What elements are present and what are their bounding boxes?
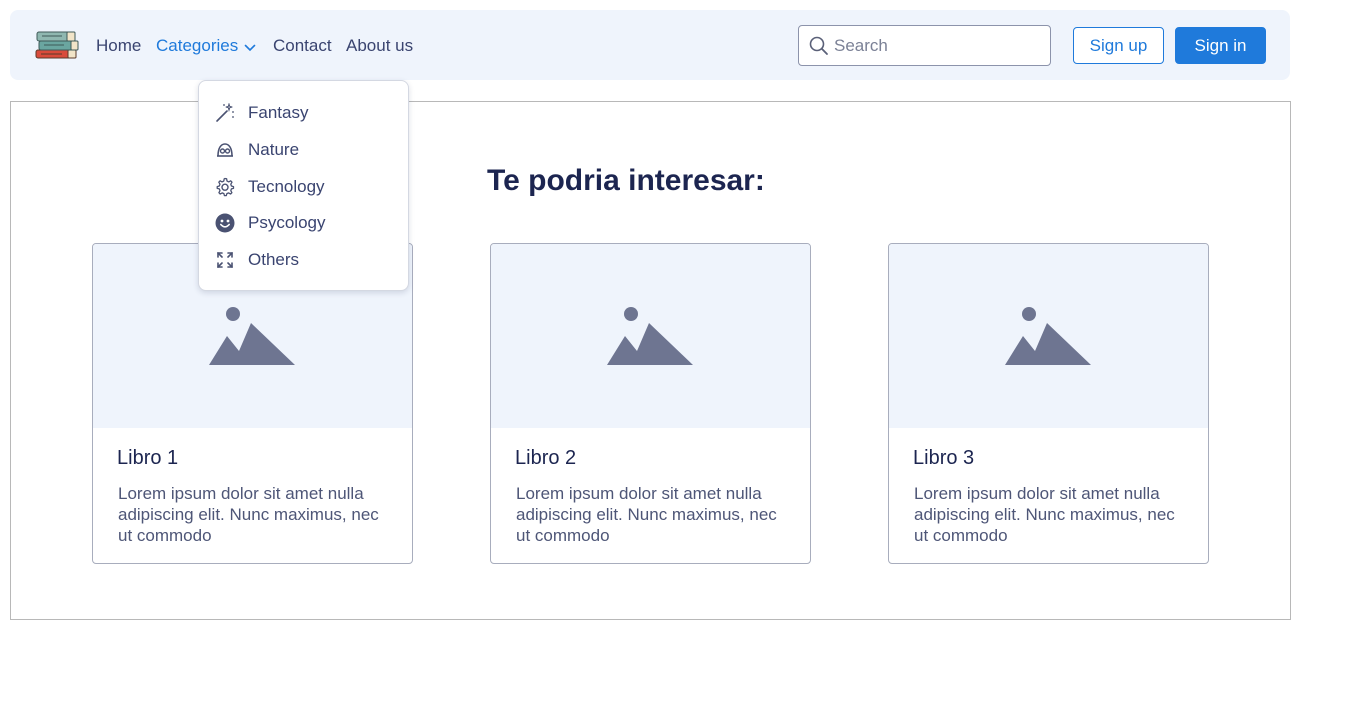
expand-icon (215, 250, 235, 270)
nav-home-link[interactable]: Home (96, 36, 141, 56)
menu-item-label: Nature (248, 140, 300, 159)
menu-item-others[interactable]: Others (215, 248, 299, 272)
chevron-down-icon (244, 37, 256, 57)
nature-icon (215, 140, 235, 160)
nav-categories-link[interactable]: Categories (156, 36, 256, 57)
menu-item-label: Tecnology (248, 177, 325, 196)
card-description: Lorem ipsum dolor sit amet nulla adipisc… (118, 484, 379, 545)
sign-in-button[interactable]: Sign in (1175, 27, 1266, 64)
image-placeholder-icon (607, 307, 693, 365)
menu-item-nature[interactable]: Nature (215, 138, 299, 162)
nav-contact-link[interactable]: Contact (273, 36, 332, 56)
page-title: Te podria interesar: (487, 164, 765, 197)
menu-item-label: Psycology (248, 213, 326, 232)
card-image (889, 244, 1208, 428)
image-placeholder-icon (1005, 307, 1091, 365)
card-image (491, 244, 810, 428)
search-box (798, 25, 1051, 66)
book-card[interactable]: Libro 1 Lorem ipsum dolor sit amet nulla… (92, 243, 413, 564)
magic-wand-icon (215, 103, 235, 123)
sign-up-button[interactable]: Sign up (1073, 27, 1164, 64)
image-placeholder-icon (209, 307, 295, 365)
card-title: Libro 3 (913, 447, 975, 469)
card-title: Libro 1 (117, 447, 179, 469)
menu-item-label: Fantasy (248, 103, 309, 122)
menu-item-psycology[interactable]: Psycology (215, 211, 325, 235)
book-card[interactable]: Libro 3 Lorem ipsum dolor sit amet nulla… (888, 243, 1209, 564)
book-card[interactable]: Libro 2 Lorem ipsum dolor sit amet nulla… (490, 243, 811, 564)
smiley-icon (215, 213, 235, 233)
nav-about-link[interactable]: About us (346, 36, 413, 56)
categories-dropdown-menu: Fantasy Nature Tecnology Psycology Other… (198, 80, 409, 291)
menu-item-tecnology[interactable]: Tecnology (215, 175, 325, 199)
card-title: Libro 2 (515, 447, 577, 469)
books-logo-icon[interactable] (34, 28, 80, 62)
gear-icon (215, 177, 235, 197)
top-navbar: Home Categories Contact About us Sign up… (10, 10, 1290, 80)
card-description: Lorem ipsum dolor sit amet nulla adipisc… (516, 484, 777, 545)
menu-item-fantasy[interactable]: Fantasy (215, 101, 308, 125)
nav-categories-label: Categories (156, 36, 239, 55)
search-input[interactable] (834, 34, 1039, 58)
menu-item-label: Others (248, 250, 300, 269)
card-description: Lorem ipsum dolor sit amet nulla adipisc… (914, 484, 1175, 545)
